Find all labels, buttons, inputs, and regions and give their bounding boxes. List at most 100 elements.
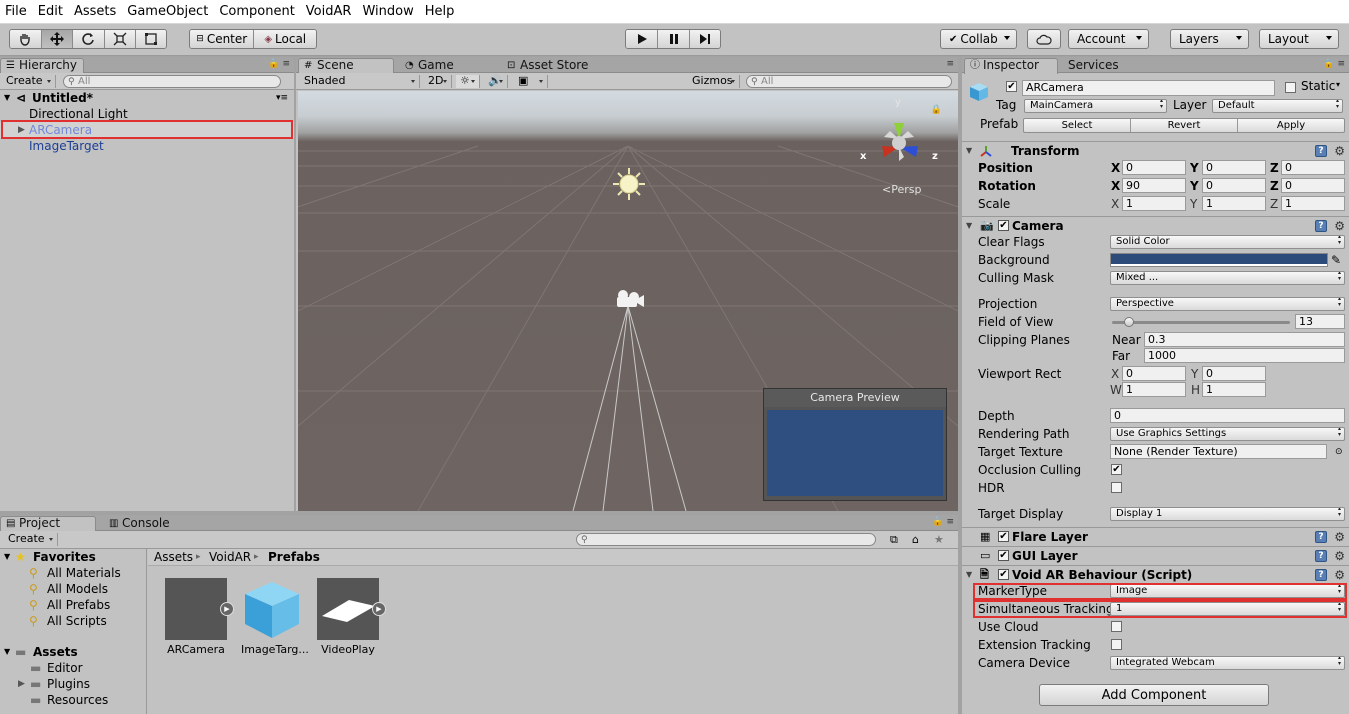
favorite-star-icon[interactable]: ★ xyxy=(934,533,944,546)
breadcrumb-item[interactable]: Assets xyxy=(154,549,193,566)
2d-toggle[interactable]: 2D xyxy=(424,75,452,88)
menu-window[interactable]: Window xyxy=(357,4,419,19)
scale-z-field[interactable]: 1 xyxy=(1281,196,1345,211)
help-icon[interactable]: ? xyxy=(1315,550,1327,562)
prefab-revert-button[interactable]: Revert xyxy=(1131,119,1238,132)
panel-menu-icon[interactable]: ≡ xyxy=(946,59,954,69)
use-cloud-checkbox[interactable] xyxy=(1111,621,1122,632)
near-field[interactable]: 0.3 xyxy=(1144,332,1345,347)
hierarchy-create-dropdown[interactable]: Create xyxy=(2,75,56,88)
far-field[interactable]: 1000 xyxy=(1144,348,1345,363)
hierarchy-search-input[interactable]: ⚲ All xyxy=(63,75,281,88)
projection-toggle[interactable]: <Persp xyxy=(882,183,921,196)
gear-icon[interactable]: ⚙ xyxy=(1334,142,1345,160)
audio-toggle[interactable]: 🔊 xyxy=(484,75,508,88)
occlusion-checkbox[interactable]: ✔ xyxy=(1111,464,1122,475)
scene-root-row[interactable]: ▼ ⊲ Untitled* ▾≡ xyxy=(0,90,294,106)
camera-enabled-checkbox[interactable]: ✔ xyxy=(998,220,1009,231)
favorite-item[interactable]: ⚲ All Scripts xyxy=(0,613,146,629)
scene-menu-icon[interactable]: ▾≡ xyxy=(276,90,288,106)
voidar-behaviour-header[interactable]: ▼ 🗎 ✔ Void AR Behaviour (Script) ? ⚙ xyxy=(962,565,1349,583)
active-checkbox[interactable]: ✔ xyxy=(1006,81,1017,92)
static-dropdown-icon[interactable]: ▾ xyxy=(1336,80,1340,89)
help-icon[interactable]: ? xyxy=(1315,569,1327,581)
filter-label-icon[interactable]: ⌂ xyxy=(912,533,919,546)
position-y-field[interactable]: 0 xyxy=(1202,160,1266,175)
hand-tool-button[interactable] xyxy=(10,30,42,48)
panel-menu-icon[interactable]: 🔒 ≡ xyxy=(932,517,954,527)
collab-dropdown[interactable]: ✔ Collab xyxy=(940,29,1017,49)
menu-component[interactable]: Component xyxy=(214,4,300,19)
gear-icon[interactable]: ⚙ xyxy=(1334,547,1345,565)
project-search-input[interactable]: ⚲ xyxy=(576,533,876,546)
tag-dropdown[interactable]: MainCamera xyxy=(1024,99,1167,113)
favorites-header[interactable]: ▼ ★ Favorites xyxy=(0,549,146,565)
position-x-field[interactable]: 0 xyxy=(1122,160,1186,175)
project-create-dropdown[interactable]: Create xyxy=(4,533,58,546)
tab-services[interactable]: Services xyxy=(1062,59,1125,73)
camera-device-dropdown[interactable]: Integrated Webcam xyxy=(1110,656,1345,670)
hdr-checkbox[interactable] xyxy=(1111,482,1122,493)
play-badge-icon[interactable]: ▶ xyxy=(220,602,234,616)
eyedropper-icon[interactable]: ✎ xyxy=(1331,251,1341,269)
gear-icon[interactable]: ⚙ xyxy=(1334,528,1345,546)
tab-console[interactable]: ▥ Console xyxy=(104,517,176,531)
rotate-tool-button[interactable] xyxy=(73,30,105,48)
hierarchy-item-imagetarget[interactable]: ImageTarget xyxy=(0,138,294,154)
favorite-item[interactable]: ⚲ All Models xyxy=(0,581,146,597)
object-picker-icon[interactable]: ⊙ xyxy=(1335,443,1343,461)
rotation-y-field[interactable]: 0 xyxy=(1202,178,1266,193)
gui-layer-checkbox[interactable]: ✔ xyxy=(998,550,1009,561)
tab-asset-store[interactable]: ⊡ Asset Store xyxy=(502,59,594,73)
menu-gameobject[interactable]: GameObject xyxy=(122,4,214,19)
asset-folder-item[interactable]: ▶ ▬ Plugins xyxy=(0,676,146,692)
fov-slider-knob[interactable] xyxy=(1123,317,1134,327)
camera-header[interactable]: ▼ 📷 ✔ Camera ? ⚙ xyxy=(962,216,1349,234)
step-button[interactable] xyxy=(690,30,720,48)
static-checkbox[interactable] xyxy=(1285,82,1296,93)
help-icon[interactable]: ? xyxy=(1315,145,1327,157)
tab-scene[interactable]: # Scene xyxy=(298,58,394,74)
cloud-button[interactable] xyxy=(1027,29,1061,49)
pivot-center-button[interactable]: ⊟ Center xyxy=(190,30,255,48)
target-display-dropdown[interactable]: Display 1 xyxy=(1110,507,1345,521)
asset-folder-item[interactable]: ▬ Resources xyxy=(0,692,146,708)
asset-folder-item[interactable]: ▬ Editor xyxy=(0,660,146,676)
favorite-item[interactable]: ⚲ All Materials xyxy=(0,565,146,581)
depth-field[interactable]: 0 xyxy=(1110,408,1345,423)
lock-icon[interactable]: 🔒 xyxy=(931,105,942,115)
menu-assets[interactable]: Assets xyxy=(69,4,122,19)
breadcrumb-item[interactable]: VoidAR xyxy=(209,549,251,566)
target-texture-field[interactable]: None (Render Texture) xyxy=(1110,444,1327,459)
clear-flags-dropdown[interactable]: Solid Color xyxy=(1110,235,1345,249)
breadcrumb-item[interactable]: Prefabs xyxy=(268,549,320,566)
pause-button[interactable] xyxy=(658,30,690,48)
menu-edit[interactable]: Edit xyxy=(33,4,69,19)
layout-dropdown[interactable]: Layout xyxy=(1259,29,1339,49)
scale-x-field[interactable]: 1 xyxy=(1122,196,1186,211)
lighting-toggle[interactable]: ☼ xyxy=(456,75,480,88)
account-dropdown[interactable]: Account xyxy=(1068,29,1149,49)
menu-help[interactable]: Help xyxy=(420,4,461,19)
viewport-w-field[interactable]: 1 xyxy=(1122,382,1186,397)
menu-voidar[interactable]: VoidAR xyxy=(301,4,358,19)
panel-menu-icon[interactable]: 🔒 ≡ xyxy=(1323,59,1345,69)
extension-tracking-checkbox[interactable] xyxy=(1111,639,1122,650)
fov-slider-track[interactable] xyxy=(1112,317,1290,327)
add-component-button[interactable]: Add Component xyxy=(1039,684,1269,706)
tab-inspector[interactable]: ⓘ Inspector xyxy=(964,58,1058,74)
voidar-enabled-checkbox[interactable]: ✔ xyxy=(998,569,1009,580)
marker-type-dropdown[interactable]: Image xyxy=(1110,584,1345,598)
scene-search-input[interactable]: ⚲ All xyxy=(746,75,952,88)
scale-tool-button[interactable] xyxy=(104,30,137,48)
fov-field[interactable]: 13 xyxy=(1295,314,1345,329)
prefab-select-button[interactable]: Select xyxy=(1024,119,1131,132)
play-button[interactable] xyxy=(626,30,658,48)
viewport-x-field[interactable]: 0 xyxy=(1122,366,1186,381)
rect-tool-button[interactable] xyxy=(136,30,166,48)
flare-layer-header[interactable]: ▦ ✔ Flare Layer ? ⚙ xyxy=(962,527,1349,545)
prefab-tile[interactable]: ▶ VideoPlay xyxy=(317,578,386,656)
viewport-h-field[interactable]: 1 xyxy=(1202,382,1266,397)
sim-tracking-dropdown[interactable]: 1 xyxy=(1110,602,1345,616)
prefab-tile[interactable]: ImageTarg... xyxy=(241,578,309,656)
